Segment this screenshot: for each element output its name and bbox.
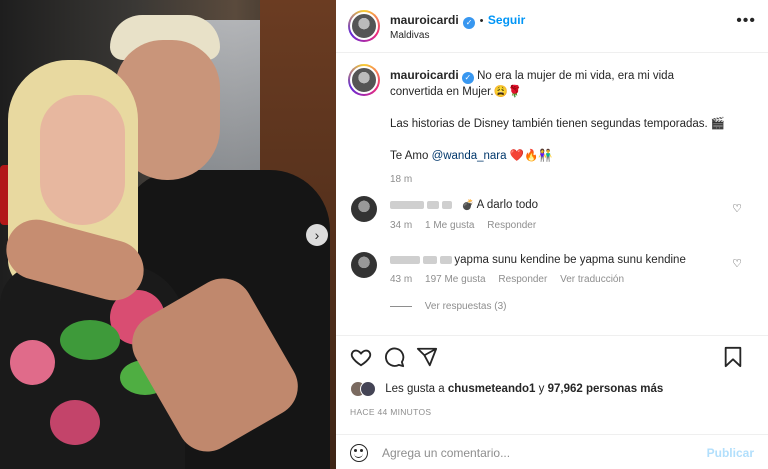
caption-line-3: Las historias de Disney también tienen s…: [390, 118, 708, 130]
comment-text: yapma sunu kendine be yapma sunu kendine: [454, 254, 686, 266]
caption-emoji-1: 😩🌹: [493, 86, 523, 98]
more-options-icon[interactable]: •••: [736, 12, 756, 30]
next-photo-button[interactable]: ›: [306, 224, 328, 246]
likes-summary: Les gusta a chusmeteando1 y 97,962 perso…: [350, 381, 663, 397]
blurred-username: [423, 255, 438, 264]
caption-username[interactable]: mauroicardi: [390, 68, 459, 82]
author-avatar[interactable]: [348, 10, 380, 42]
emoji-icon[interactable]: [350, 444, 368, 462]
comment-like-icon[interactable]: ♡: [732, 257, 742, 270]
comment-avatar[interactable]: [351, 196, 377, 222]
reply-button[interactable]: Responder: [487, 220, 536, 231]
caption-emoji-3: ❤️🔥👫: [509, 150, 553, 162]
follow-button[interactable]: Seguir: [488, 13, 525, 27]
dress-leaf: [60, 320, 120, 360]
comment-item: yapma sunu kendine be yapma sunu kendine…: [390, 252, 735, 312]
blurred-username: [390, 255, 420, 264]
post-photo[interactable]: ›: [0, 0, 336, 469]
replies-line: [390, 305, 412, 307]
caption-line-4: Te Amo: [390, 150, 429, 162]
blurred-username: [440, 255, 453, 264]
comment-bar: Agrega un comentario... Publicar: [336, 434, 768, 469]
post-time-ago: HACE 44 MINUTOS: [350, 407, 432, 417]
comment-text: A darlo todo: [476, 199, 539, 211]
comment-time: 34 m: [390, 220, 413, 231]
comment-emoji: 💣: [461, 200, 475, 211]
action-bar: [336, 335, 768, 375]
dress-flower: [10, 340, 55, 385]
liker-username[interactable]: chusmeteando1: [448, 383, 536, 395]
chevron-right-icon: ›: [314, 227, 320, 243]
caption-line-2: convertida en Mujer.: [390, 86, 494, 98]
post-side-panel: mauroicardi ✓ • Seguir Maldivas ••• maur…: [336, 0, 768, 469]
comment-input[interactable]: Agrega un comentario...: [382, 446, 510, 460]
blurred-username: [442, 200, 453, 209]
verified-icon: ✓: [461, 72, 474, 84]
separator-dot: •: [479, 15, 484, 27]
post-header: mauroicardi ✓ • Seguir Maldivas •••: [336, 0, 768, 53]
liker-avatar: [360, 381, 376, 397]
share-icon[interactable]: [416, 346, 438, 368]
mention-link[interactable]: @wanda_nara: [432, 150, 507, 162]
comment-likes[interactable]: 197 Me gusta: [425, 274, 486, 285]
reply-button[interactable]: Responder: [498, 274, 547, 285]
caption-avatar[interactable]: [348, 64, 380, 96]
comment-like-icon[interactable]: ♡: [732, 202, 742, 215]
comment-time: 43 m: [390, 274, 413, 285]
heart-icon[interactable]: [350, 346, 372, 368]
verified-icon: ✓: [463, 17, 476, 29]
blurred-username: [427, 200, 440, 209]
publish-button[interactable]: Publicar: [707, 446, 754, 460]
likes-count[interactable]: 97,962 personas más: [548, 383, 664, 395]
caption: mauroicardi ✓ No era la mujer de mi vida…: [390, 67, 760, 188]
dress-flower: [50, 400, 100, 445]
comment-icon[interactable]: [383, 346, 405, 368]
likes-prefix: Les gusta a: [385, 383, 445, 396]
blurred-username: [390, 200, 424, 209]
translate-button[interactable]: Ver traducción: [560, 274, 624, 285]
comment-avatar[interactable]: [351, 252, 377, 278]
post-modal: › mauroicardi ✓ • Seguir Maldivas ••• ma…: [0, 0, 768, 469]
post-location[interactable]: Maldivas: [390, 30, 429, 41]
comment-likes[interactable]: 1 Me gusta: [425, 220, 474, 231]
bookmark-icon[interactable]: [722, 346, 744, 368]
view-replies-row[interactable]: Ver respuestas (3): [390, 301, 735, 312]
caption-line-1: No era la mujer de mi vida, era mi vida: [477, 70, 674, 82]
likes-middle: y: [538, 383, 545, 396]
woman-face: [40, 95, 125, 225]
author-username[interactable]: mauroicardi: [390, 13, 459, 27]
caption-time: 18 m: [390, 174, 413, 185]
caption-emoji-2: 🎬: [710, 118, 726, 130]
view-replies-button[interactable]: Ver respuestas (3): [425, 301, 507, 312]
comment-item: 💣 A darlo todo 34 m 1 Me gusta Responder: [390, 197, 730, 231]
author-line: mauroicardi ✓ • Seguir: [390, 11, 525, 29]
